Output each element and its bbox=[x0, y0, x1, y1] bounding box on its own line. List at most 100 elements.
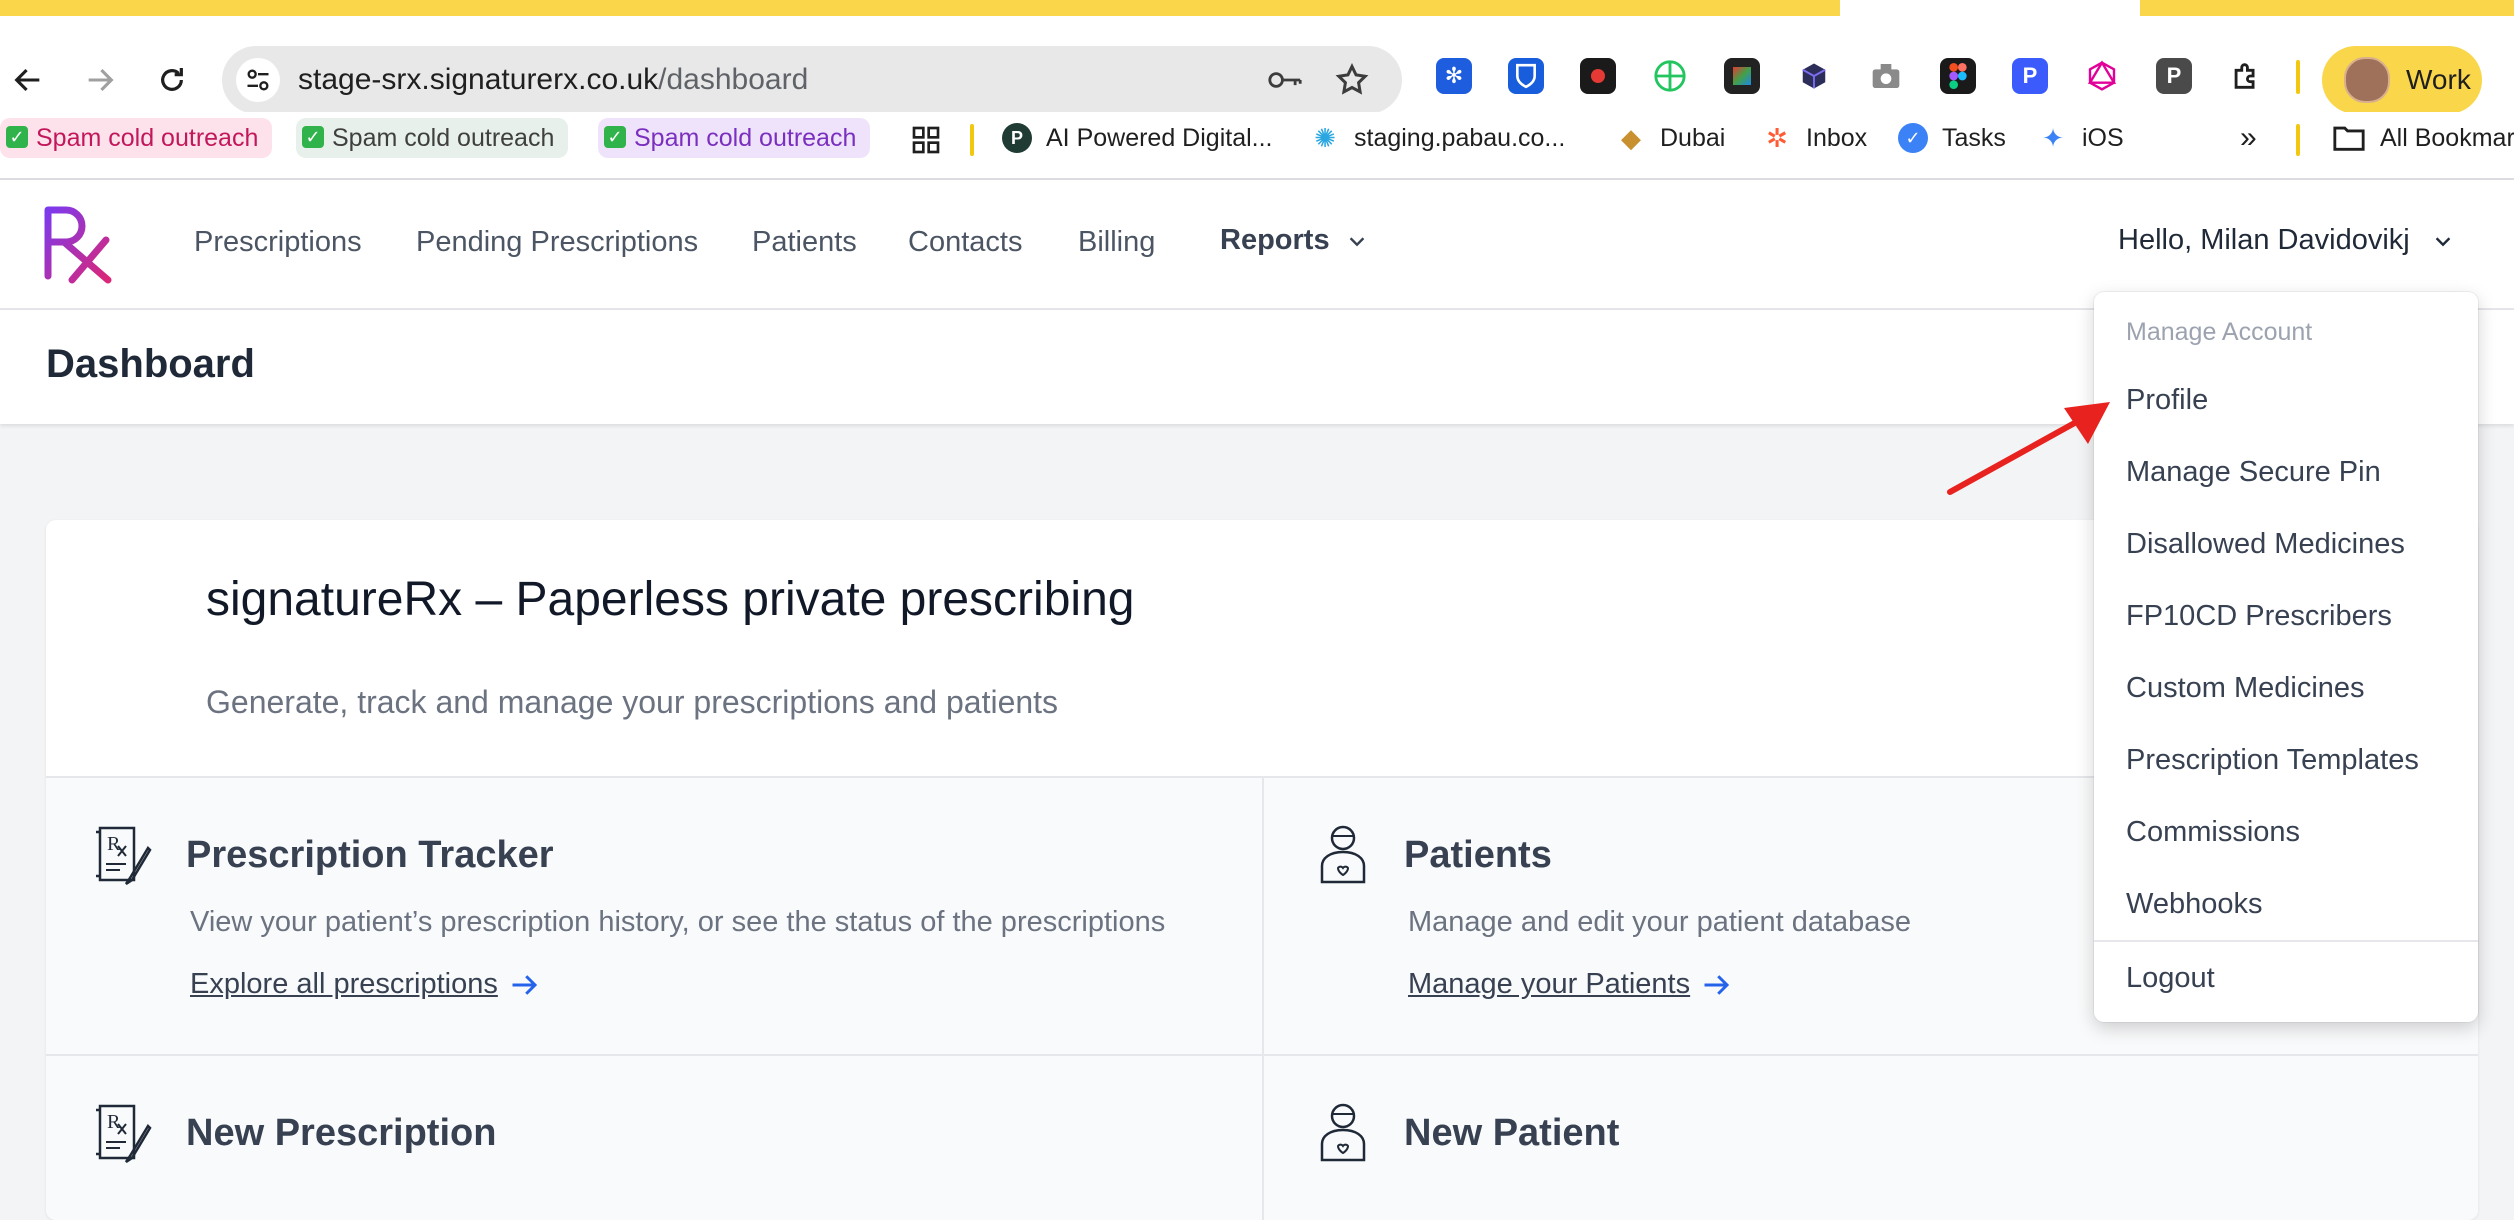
dots-logo-icon: ✺ bbox=[1314, 123, 1336, 153]
menu-item-logout[interactable]: Logout bbox=[2126, 962, 2215, 995]
extension-p-dark-icon[interactable]: P bbox=[2156, 58, 2192, 94]
profile-avatar bbox=[2344, 57, 2390, 103]
bookmark-ios[interactable]: ✦ iOS bbox=[2038, 118, 2124, 158]
link-label: Manage your Patients bbox=[1408, 968, 1691, 1000]
arrow-right-icon bbox=[88, 68, 114, 92]
reload-icon bbox=[161, 68, 183, 91]
signaturerx-logo[interactable] bbox=[42, 204, 112, 284]
menu-item-profile[interactable]: Profile bbox=[2126, 384, 2208, 417]
nav-billing[interactable]: Billing bbox=[1078, 226, 1155, 259]
profile-label: Work bbox=[2406, 64, 2471, 95]
checkmark-icon: ✓ bbox=[604, 126, 626, 149]
tile-new-prescription[interactable]: R New Prescription bbox=[46, 1056, 1262, 1220]
p-logo-icon: P bbox=[1002, 123, 1032, 153]
extension-figma-icon[interactable] bbox=[1940, 58, 1976, 94]
menu-item-fp10cd-prescribers[interactable]: FP10CD Prescribers bbox=[2126, 600, 2392, 633]
menu-item-commissions[interactable]: Commissions bbox=[2126, 816, 2300, 849]
hero-title: signatureRx – Paperless private prescrib… bbox=[206, 573, 1135, 626]
extension-bitwarden-icon[interactable] bbox=[1508, 58, 1544, 94]
bookmark-label: staging.pabau.co... bbox=[1354, 124, 1566, 152]
extension-jira-icon[interactable]: ✻ bbox=[1436, 58, 1472, 94]
checkmark-icon: ✓ bbox=[6, 126, 28, 149]
bookmarks-overflow-button[interactable]: » bbox=[2240, 118, 2257, 158]
tile-new-patient[interactable]: New Patient bbox=[1264, 1056, 2478, 1220]
extension-camera-icon[interactable] bbox=[1868, 58, 1904, 94]
nav-reports-label: Reports bbox=[1220, 224, 1330, 256]
link-label: Explore all prescriptions bbox=[190, 968, 498, 1000]
chevron-down-icon bbox=[1349, 236, 1364, 246]
sparkle-icon: ✦ bbox=[2042, 123, 2064, 153]
bookmark-inbox[interactable]: ✲ Inbox bbox=[1762, 118, 1867, 158]
bookmark-label: AI Powered Digital... bbox=[1046, 124, 1273, 152]
bookmark-label: Inbox bbox=[1806, 124, 1868, 152]
extension-graphql-icon[interactable] bbox=[2084, 58, 2120, 94]
nav-contacts[interactable]: Contacts bbox=[908, 226, 1022, 259]
dropdown-header: Manage Account bbox=[2126, 318, 2313, 346]
extension-cube-icon[interactable] bbox=[1796, 58, 1832, 94]
all-bookmarks-button[interactable]: All Bookmarks bbox=[2332, 118, 2514, 158]
tile-title: Patients bbox=[1404, 834, 1552, 876]
arrow-right-icon bbox=[512, 974, 537, 995]
extension-grammar-icon[interactable] bbox=[1652, 58, 1688, 94]
svg-text:R: R bbox=[107, 1111, 121, 1133]
tile-title: New Prescription bbox=[186, 1112, 497, 1154]
bookmark-chip-3[interactable]: ✓ Spam cold outreach bbox=[598, 118, 871, 158]
prescription-pad-icon: R bbox=[96, 826, 152, 886]
user-menu-button[interactable]: Hello, Milan Davidovikj bbox=[2118, 224, 2454, 257]
tile-title: New Patient bbox=[1404, 1112, 1620, 1154]
apps-grid-icon[interactable] bbox=[910, 124, 942, 161]
menu-item-prescription-templates[interactable]: Prescription Templates bbox=[2126, 744, 2419, 777]
extensions-puzzle-icon[interactable] bbox=[2228, 58, 2264, 94]
menu-item-manage-secure-pin[interactable]: Manage Secure Pin bbox=[2126, 456, 2381, 489]
hero-subtitle: Generate, track and manage your prescrip… bbox=[206, 684, 1059, 720]
bookmark-ai-powered[interactable]: P AI Powered Digital... bbox=[1002, 118, 1273, 158]
nav-patients[interactable]: Patients bbox=[752, 226, 857, 259]
bookmark-chip-1[interactable]: ✓ Spam cold outreach bbox=[0, 118, 273, 158]
extension-p-icon[interactable]: P bbox=[2012, 58, 2048, 94]
menu-item-custom-medicines[interactable]: Custom Medicines bbox=[2126, 672, 2365, 705]
site-settings-icon[interactable] bbox=[236, 58, 280, 102]
dropdown-separator bbox=[2094, 940, 2478, 942]
password-key-icon[interactable] bbox=[1266, 64, 1304, 101]
bookmarks-separator bbox=[2296, 124, 2300, 156]
bookmark-star-icon[interactable] bbox=[1334, 62, 1370, 103]
extension-sizes-icon[interactable] bbox=[1724, 58, 1760, 94]
tile-description: Manage and edit your patient database bbox=[1408, 906, 1912, 938]
browser-profile-button[interactable]: Work bbox=[2322, 46, 2482, 114]
explore-prescriptions-link[interactable]: Explore all prescriptions bbox=[190, 968, 540, 1001]
arrow-left-icon bbox=[14, 68, 40, 92]
address-bar[interactable]: stage-srx.signaturerx.co.uk/dashboard bbox=[222, 46, 1402, 114]
hubspot-icon: ✲ bbox=[1766, 123, 1788, 153]
svg-text:R: R bbox=[107, 833, 121, 855]
account-dropdown-menu: Manage Account Profile Manage Secure Pin… bbox=[2094, 292, 2478, 1022]
bookmark-chip-label: Spam cold outreach bbox=[332, 124, 555, 152]
extension-record-icon[interactable] bbox=[1580, 58, 1616, 94]
bookmarks-bar: ✓ Spam cold outreach ✓ Spam cold outreach … bbox=[0, 112, 2514, 180]
bookmark-chip-2[interactable]: ✓ Spam cold outreach bbox=[296, 118, 569, 158]
bookmark-dubai[interactable]: ◆ Dubai bbox=[1616, 118, 1725, 158]
back-button[interactable] bbox=[0, 52, 56, 108]
forward-button[interactable] bbox=[72, 52, 128, 108]
patient-icon bbox=[1320, 1103, 1366, 1162]
bookmark-staging-pabau[interactable]: ✺ staging.pabau.co... bbox=[1310, 118, 1565, 158]
all-bookmarks-label: All Bookmarks bbox=[2380, 124, 2514, 152]
tile-prescription-tracker: R Prescription Tracker View your patient… bbox=[46, 778, 1262, 1054]
check-circle-icon: ✓ bbox=[1898, 123, 1928, 153]
menu-item-disallowed-medicines[interactable]: Disallowed Medicines bbox=[2126, 528, 2405, 561]
nav-pending-prescriptions[interactable]: Pending Prescriptions bbox=[416, 226, 698, 259]
bookmarks-separator bbox=[970, 124, 974, 156]
manage-patients-link[interactable]: Manage your Patients bbox=[1408, 968, 1732, 1001]
menu-item-webhooks[interactable]: Webhooks bbox=[2126, 888, 2263, 921]
cube-logo-icon: ◆ bbox=[1621, 123, 1641, 153]
tile-description: View your patient’s prescription history… bbox=[190, 906, 1166, 938]
bookmark-chip-label: Spam cold outreach bbox=[634, 124, 857, 152]
page-title: Dashboard bbox=[46, 342, 255, 386]
reload-button[interactable] bbox=[144, 52, 200, 108]
url-path: /dashboard bbox=[658, 63, 809, 96]
nav-prescriptions[interactable]: Prescriptions bbox=[194, 226, 362, 259]
nav-reports-dropdown[interactable]: Reports bbox=[1220, 224, 1368, 257]
user-greeting: Hello, Milan Davidovikj bbox=[2118, 224, 2410, 256]
browser-top-strip bbox=[0, 0, 2514, 16]
overflow-chevron-icon: » bbox=[2240, 121, 2257, 154]
bookmark-tasks[interactable]: ✓ Tasks bbox=[1898, 118, 2006, 158]
